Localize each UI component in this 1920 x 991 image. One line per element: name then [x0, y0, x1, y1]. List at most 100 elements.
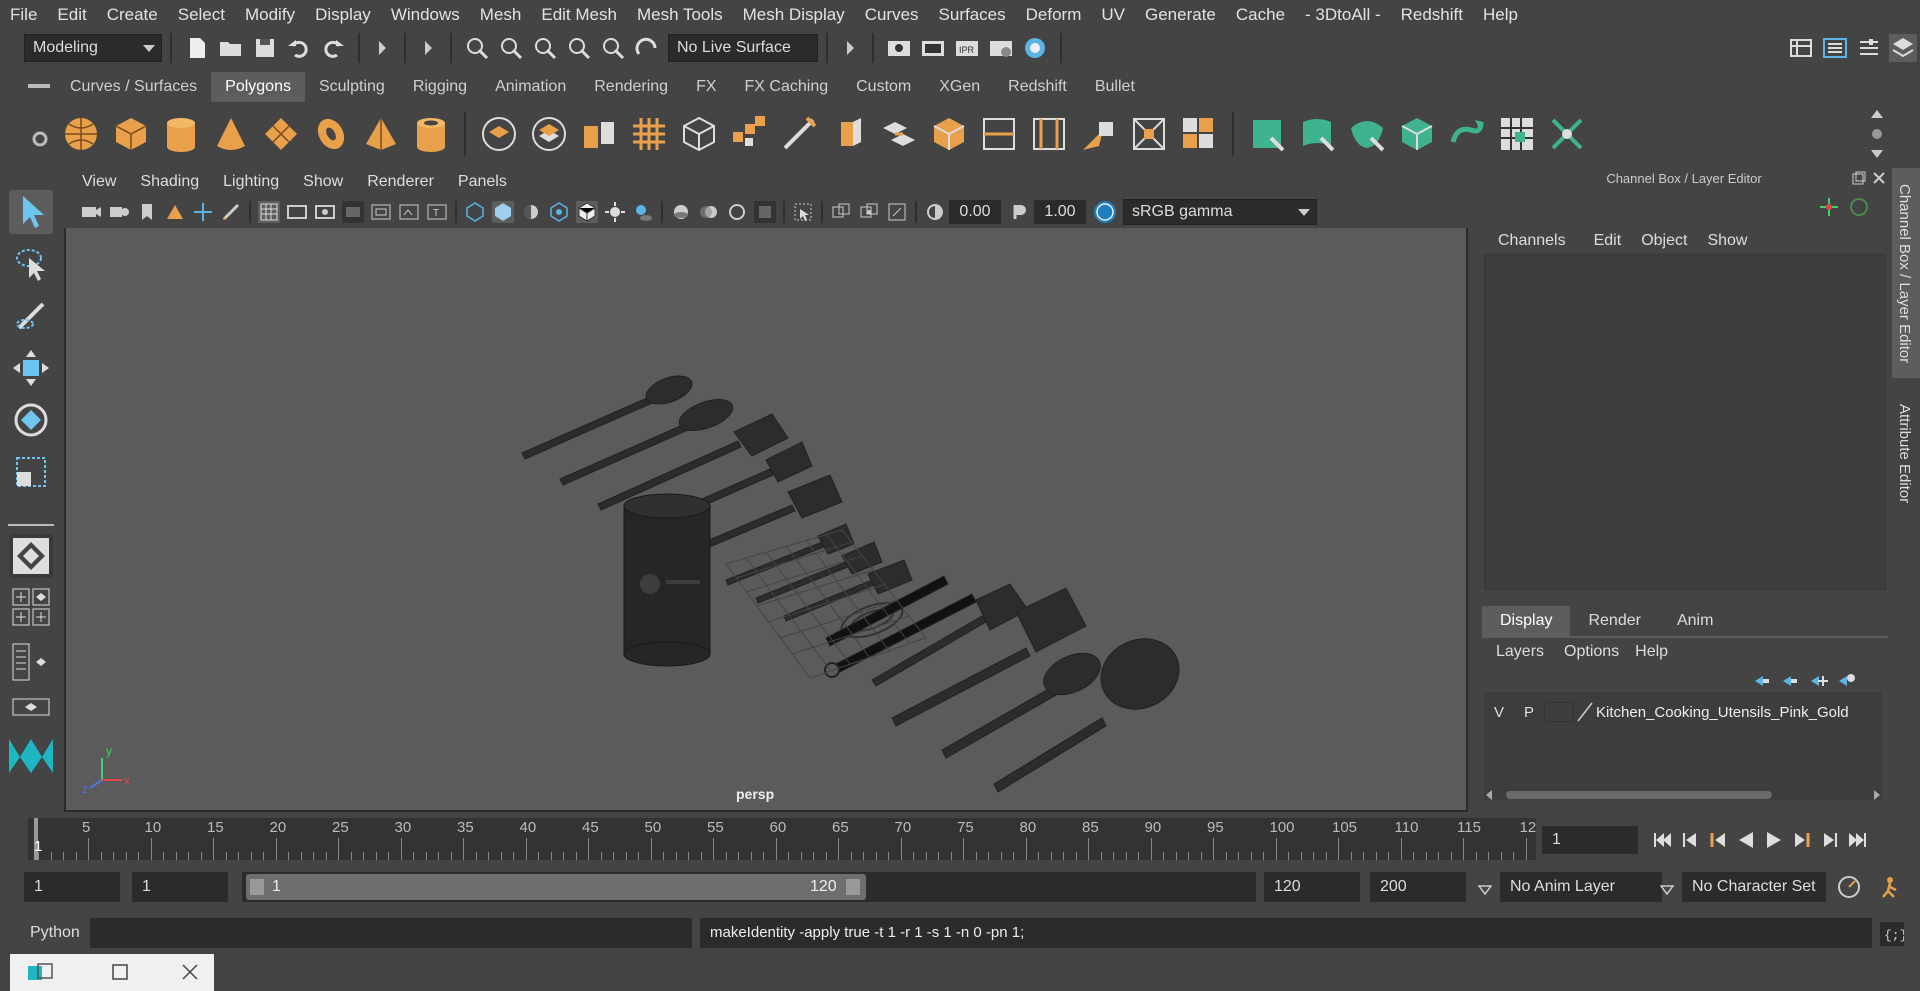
undo-icon[interactable]: [285, 34, 313, 62]
auto-key-icon[interactable]: [1836, 874, 1862, 905]
edit-menu[interactable]: Edit: [1584, 226, 1632, 256]
menu-edit[interactable]: Edit: [47, 0, 96, 30]
menu-mesh[interactable]: Mesh: [470, 0, 532, 30]
shelf-tab-sculpting[interactable]: Sculpting: [305, 72, 399, 102]
camera-attributes-icon[interactable]: [108, 201, 130, 223]
go-to-end-icon[interactable]: [1847, 829, 1869, 851]
unfold-uv-icon[interactable]: [1447, 114, 1487, 154]
mirror-icon[interactable]: [729, 114, 769, 154]
poly-torus-icon[interactable]: [311, 114, 351, 154]
anti-aliasing-icon[interactable]: [726, 201, 748, 223]
menu-file[interactable]: File: [0, 0, 47, 30]
spherical-uv-icon[interactable]: [1347, 114, 1387, 154]
grid-toggle-icon[interactable]: [258, 201, 280, 223]
exposure-field[interactable]: 0.00: [949, 200, 1001, 224]
mode-dropdown[interactable]: Modeling: [24, 34, 162, 62]
side-tab-attribute-editor[interactable]: Attribute Editor: [1896, 404, 1913, 503]
exposure-icon[interactable]: [924, 201, 946, 223]
bridge-icon[interactable]: [879, 114, 919, 154]
move-layer-up-icon[interactable]: [1751, 670, 1773, 692]
menu-generate[interactable]: Generate: [1135, 0, 1226, 30]
open-scene-icon[interactable]: [217, 34, 245, 62]
textured-icon[interactable]: [548, 201, 570, 223]
append-polygon-icon[interactable]: [1079, 114, 1119, 154]
shelf-tab-rendering[interactable]: Rendering: [580, 72, 682, 102]
menu-curves[interactable]: Curves: [855, 0, 929, 30]
channel-list[interactable]: [1484, 254, 1886, 590]
depth-of-field-icon[interactable]: [754, 201, 776, 223]
grease-pencil-icon[interactable]: [220, 201, 242, 223]
xray-joints-icon[interactable]: [858, 201, 880, 223]
screen-space-ao-icon[interactable]: [670, 201, 692, 223]
tool-settings-icon[interactable]: [1855, 34, 1883, 62]
shelf-tab-curves-surfaces[interactable]: Curves / Surfaces: [56, 72, 211, 102]
chevron-down-icon[interactable]: [1659, 882, 1675, 900]
menu-3dtoall[interactable]: - 3DtoAll -: [1295, 0, 1391, 30]
script-editor-icon[interactable]: {;}: [1880, 922, 1907, 946]
playback-end-field[interactable]: 120: [1264, 872, 1360, 902]
play-forwards-icon[interactable]: [1763, 829, 1785, 851]
channel-box-icon[interactable]: [1889, 34, 1917, 62]
paint-select-tool-icon[interactable]: [9, 294, 53, 338]
menu-create[interactable]: Create: [97, 0, 168, 30]
go-to-start-icon[interactable]: [1651, 829, 1673, 851]
menu-help[interactable]: Help: [1473, 0, 1528, 30]
viewport-panel[interactable]: y x z persp: [64, 168, 1468, 812]
animation-preferences-icon[interactable]: [1880, 874, 1906, 905]
move-layer-down-icon[interactable]: [1779, 670, 1801, 692]
color-management-icon[interactable]: [1094, 201, 1116, 223]
shelf-menu-icon[interactable]: [28, 84, 50, 88]
menu-mesh-tools[interactable]: Mesh Tools: [627, 0, 733, 30]
film-gate-icon[interactable]: [286, 201, 308, 223]
layer-name[interactable]: Kitchen_Cooking_Utensils_Pink_Gold: [1596, 704, 1849, 721]
menu-uv[interactable]: UV: [1091, 0, 1135, 30]
shelf-tab-animation[interactable]: Animation: [481, 72, 580, 102]
range-slider-left-grip[interactable]: [250, 879, 264, 895]
two-d-pan-icon[interactable]: [192, 201, 214, 223]
snap-curve-icon[interactable]: [497, 34, 525, 62]
layer-scrollbar[interactable]: [1484, 788, 1882, 800]
modeling-toolkit-icon[interactable]: [1787, 34, 1815, 62]
snap-surface-icon[interactable]: [599, 34, 627, 62]
rotate-tool-icon[interactable]: [9, 398, 53, 442]
attribute-editor-icon[interactable]: [1821, 34, 1849, 62]
step-forward-key-icon[interactable]: [1791, 829, 1813, 851]
field-chart-icon[interactable]: [370, 201, 392, 223]
menu-display[interactable]: Display: [305, 0, 381, 30]
anim-layer-field[interactable]: No Anim Layer: [1500, 872, 1662, 902]
cut-uv-icon[interactable]: [1547, 114, 1587, 154]
render-settings-icon[interactable]: [987, 34, 1015, 62]
object-menu[interactable]: Object: [1631, 226, 1697, 256]
layer-playback-toggle[interactable]: P: [1514, 703, 1544, 721]
live-surface-field[interactable]: No Live Surface: [668, 34, 818, 62]
poly-pipe-icon[interactable]: [411, 114, 451, 154]
expand-arrow-icon[interactable]: [839, 37, 861, 59]
snap-view-icon[interactable]: [565, 34, 593, 62]
separate-icon[interactable]: [529, 114, 569, 154]
step-back-key-icon[interactable]: [1707, 829, 1729, 851]
poly-plane-icon[interactable]: [261, 114, 301, 154]
combine-icon[interactable]: [479, 114, 519, 154]
poly-cylinder-icon[interactable]: [161, 114, 201, 154]
layers-menu[interactable]: Layers: [1484, 639, 1556, 665]
auto-uv-icon[interactable]: [1397, 114, 1437, 154]
poly-cube-icon[interactable]: [111, 114, 151, 154]
new-layer-icon[interactable]: [1807, 670, 1829, 692]
gamma-icon[interactable]: [1009, 201, 1031, 223]
script-language-toggle[interactable]: Python: [30, 924, 80, 942]
viewport-menu-show[interactable]: Show: [291, 168, 355, 196]
gamma-field[interactable]: 1.00: [1034, 200, 1086, 224]
gate-mask-icon[interactable]: [342, 201, 364, 223]
render-frame-icon[interactable]: [919, 34, 947, 62]
viewport-menu-view[interactable]: View: [70, 168, 128, 196]
shelf-tab-rigging[interactable]: Rigging: [399, 72, 481, 102]
xray-icon[interactable]: [830, 201, 852, 223]
extract-icon[interactable]: [579, 114, 619, 154]
use-lights-icon[interactable]: [604, 201, 626, 223]
snap-point-icon[interactable]: [531, 34, 559, 62]
safe-action-icon[interactable]: [398, 201, 420, 223]
viewport-scene[interactable]: [66, 170, 1466, 810]
maximize-icon[interactable]: [110, 962, 130, 987]
menu-mesh-display[interactable]: Mesh Display: [733, 0, 855, 30]
merge-icon[interactable]: [1179, 114, 1219, 154]
